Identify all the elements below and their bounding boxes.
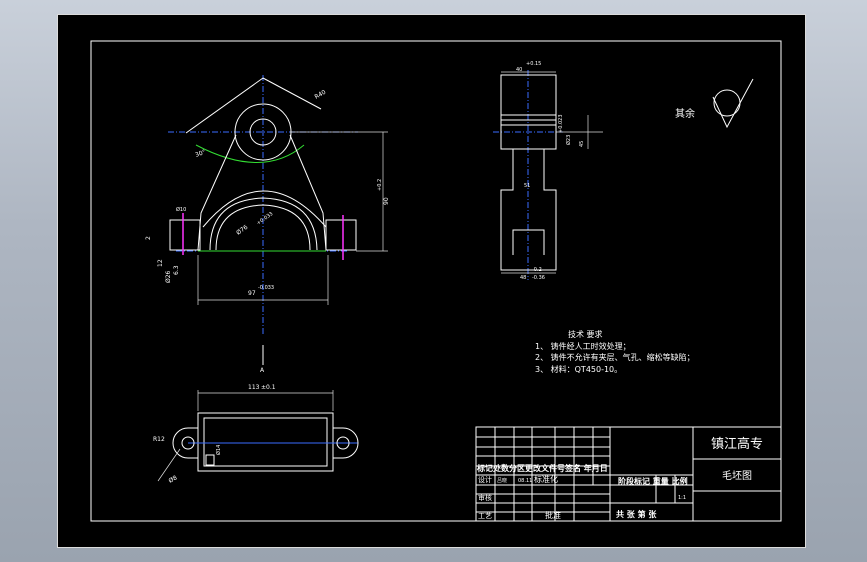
side-dim-bottom-tol-text: -0.36 [532, 275, 545, 281]
tb-row-process: 工艺 [478, 512, 492, 520]
roughness-symbol: 其余 [675, 78, 754, 129]
side-dim-center-text: 51 [524, 183, 530, 189]
title-block: 镇江高专 毛坯图 标记处数分区更改文件号签名 年月日 设计 审核 工艺 吕晓 0… [475, 426, 782, 522]
dim-bore-text: Ø76 [235, 224, 249, 237]
tb-header-row: 标记处数分区更改文件号签名 年月日 [476, 463, 608, 473]
cad-drawing: R40 30° Ø76 +0.033 90 +0.2 97 -0.033 2 Ø… [90, 40, 782, 522]
top-hole-leader [157, 448, 181, 482]
requirement-item-1: 1、 铸件经人工时效处理； [535, 341, 631, 351]
top-dim-length-text: 113 [248, 384, 260, 391]
top-view: 113 ±0.1 R12 Ø8 Ø14 [153, 384, 359, 485]
dim-radius-text: R40 [314, 89, 328, 101]
tb-designer: 吕晓 [497, 477, 507, 484]
tb-stage-labels: 阶段标记 重量 比例 [618, 476, 688, 486]
requirement-item-3: 3、 材料：QT450-10。 [535, 364, 622, 374]
requirements-title: 技术 要求 [568, 329, 603, 339]
dim-height-tol-text: +0.2 [377, 179, 383, 191]
top-outer-rect [197, 412, 334, 472]
dim-width-tol-text: -0.033 [258, 285, 274, 291]
side-dim-mid-tol-text: +0.023 [558, 114, 564, 133]
drawing-name: 毛坯图 [722, 470, 752, 482]
front-flange-left [169, 219, 201, 251]
front-radius-leader [262, 77, 322, 110]
dim-depth-text: 12 [157, 259, 164, 267]
dim-gap-text: 2 [145, 236, 152, 240]
tb-approve: 批准 [545, 510, 561, 520]
top-detail-box [205, 454, 215, 466]
front-body-sides [197, 134, 327, 251]
side-dim-mid-text: Ø23 [565, 135, 572, 145]
side-dim-top-text: 40 [516, 67, 522, 73]
front-angle-line [185, 77, 264, 134]
side-view: 40 +0.15 Ø23 +0.023 45 51 48 -0.36 -0.2 [493, 61, 603, 281]
tb-sheet-info: 共 张 第 张 [616, 509, 657, 519]
roughness-label: 其余 [675, 107, 695, 120]
dim-height-text: 90 [383, 197, 390, 205]
dim-r3-text: Ø26 [165, 270, 172, 283]
top-dim-hole-text: Ø8 [168, 474, 179, 484]
dim-small-text: Ø10 [176, 206, 186, 213]
tb-date: 08.11 [518, 478, 532, 484]
top-inner-rect [203, 417, 328, 467]
tb-scale: 1:1 [678, 495, 686, 501]
front-view: R40 30° Ø76 +0.033 90 +0.2 97 -0.033 2 Ø… [145, 75, 390, 374]
top-dim-radius-text: R12 [153, 436, 165, 443]
tb-row-design: 设计 [478, 475, 492, 484]
side-dim-bottom-text: 48 [520, 275, 526, 281]
dim-angle-text: 30° [194, 149, 206, 159]
section-mark-text: A [260, 367, 265, 374]
requirement-item-2: 2、 铸件不允许有夹层、气孔、缩松等缺陷； [535, 352, 695, 362]
school-name: 镇江高专 [711, 436, 763, 452]
dim-r3b-text: 6.3 [173, 265, 180, 275]
dim-bore-tol-text: +0.033 [256, 211, 275, 227]
side-dim-right-text: 45 [579, 141, 585, 147]
roughness-check-icon [712, 78, 754, 129]
technical-requirements: 技术 要求 1、 铸件经人工时效处理； 2、 铸件不允许有夹层、气孔、缩松等缺陷… [535, 329, 695, 374]
top-dim-length-tol-text: ±0.1 [261, 384, 276, 391]
side-dim-bottom-tol2-text: -0.2 [532, 267, 542, 273]
dim-width-text: 97 [248, 290, 256, 297]
drawing-sheet: R40 30° Ø76 +0.033 90 +0.2 97 -0.033 2 Ø… [57, 14, 806, 548]
front-flange-right [325, 219, 357, 251]
tb-row-check: 审核 [478, 493, 492, 502]
top-dim-inner-text: Ø14 [215, 445, 222, 455]
front-arc-green [195, 144, 305, 163]
side-dim-top-tol-text: +0.15 [526, 61, 541, 67]
roughness-circle-icon [713, 89, 741, 117]
tb-standard: 标准化 [534, 474, 558, 484]
